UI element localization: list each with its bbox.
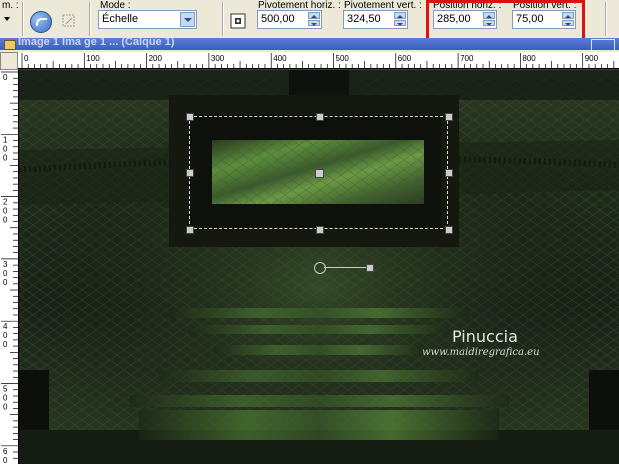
mode-select[interactable]: Échelle xyxy=(98,10,197,29)
resize-handle[interactable] xyxy=(186,169,194,177)
separator xyxy=(605,2,606,36)
ruler-label: 0 xyxy=(3,278,8,287)
resize-handle[interactable] xyxy=(316,226,324,234)
watermark-url: www.maidiregrafica.eu xyxy=(422,347,540,358)
horizontal-ruler: 0 100 200 300 400 500 600 700 800 900 xyxy=(18,52,619,69)
ruler-label: 0 xyxy=(3,340,8,349)
watermark-name: Pinuccia xyxy=(452,327,518,346)
document-titlebar[interactable]: Image 1 Ima ge 1 ... (Calque 1) xyxy=(0,38,619,50)
ruler-corner xyxy=(0,52,18,70)
mode-select-value: Échelle xyxy=(102,13,139,25)
resize-handle[interactable] xyxy=(445,113,453,121)
chevron-down-icon[interactable] xyxy=(180,12,195,27)
ruler-label: 0 xyxy=(3,153,8,162)
apply-icon[interactable] xyxy=(60,12,78,30)
image-canvas[interactable] xyxy=(19,70,619,464)
ruler-label: 4 xyxy=(3,322,8,331)
ruler-label: 3 xyxy=(3,260,8,269)
ruler-label: 0 xyxy=(3,216,8,225)
resize-handle[interactable] xyxy=(186,113,194,121)
ruler-label: 500 xyxy=(336,54,350,63)
reset-icon[interactable] xyxy=(30,11,52,33)
preset-label: m. : xyxy=(2,0,19,11)
pivot-h-field[interactable]: 500,00 xyxy=(257,10,322,29)
ruler-label: 700 xyxy=(460,54,474,63)
ruler-label: 200 xyxy=(149,54,163,63)
ruler-label: 900 xyxy=(585,54,599,63)
preset-dropdown-arrow-icon[interactable] xyxy=(4,17,10,21)
ruler-label: 0 xyxy=(24,54,29,63)
resize-handle[interactable] xyxy=(445,226,453,234)
ruler-label: 0 xyxy=(3,269,8,278)
ruler-label: 0 xyxy=(3,73,8,82)
rotation-handle-arm xyxy=(324,267,367,268)
separator xyxy=(89,2,90,36)
pivot-v-field[interactable]: 324,50 xyxy=(343,10,408,29)
ruler-label: 6 xyxy=(3,447,8,456)
ruler-label: 400 xyxy=(273,54,287,63)
ruler-label: 1 xyxy=(3,135,8,144)
ruler-label: 300 xyxy=(211,54,225,63)
rotation-handle-end[interactable] xyxy=(366,264,374,272)
position-highlight-box xyxy=(426,0,585,42)
separator xyxy=(22,2,23,36)
ruler-label: 100 xyxy=(86,54,100,63)
resize-handle[interactable] xyxy=(316,113,324,121)
ruler-label: 0 xyxy=(3,394,8,403)
pivot-h-value: 500,00 xyxy=(261,13,295,25)
pivot-v-value: 324,50 xyxy=(347,13,381,25)
resize-handle[interactable] xyxy=(186,226,194,234)
pivot-icon[interactable] xyxy=(230,13,246,29)
separator xyxy=(222,2,223,36)
ruler-label: 0 xyxy=(3,456,8,464)
ruler-label: 2 xyxy=(3,198,8,207)
ruler-label: 0 xyxy=(3,144,8,153)
pivot-v-spinner[interactable] xyxy=(394,12,406,27)
ruler-label: 0 xyxy=(3,331,8,340)
resize-handle[interactable] xyxy=(445,169,453,177)
document-title: Image 1 Ima ge 1 ... (Calque 1) xyxy=(18,38,175,48)
document-icon xyxy=(4,40,16,50)
ruler-label: 800 xyxy=(522,54,536,63)
vertical-ruler: 0100200300400500600 xyxy=(0,70,19,464)
window-controls[interactable] xyxy=(591,39,615,50)
pivot-h-spinner[interactable] xyxy=(308,12,320,27)
ruler-label: 600 xyxy=(398,54,412,63)
ruler-label: 0 xyxy=(3,403,8,412)
ruler-label: 5 xyxy=(3,385,8,394)
rotation-handle-icon[interactable] xyxy=(314,262,326,274)
ruler-label: 0 xyxy=(3,207,8,216)
pivot-handle[interactable] xyxy=(315,169,324,178)
